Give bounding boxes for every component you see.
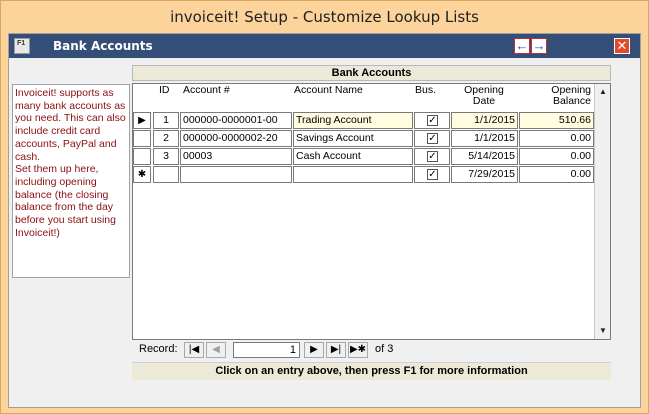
accounts-grid[interactable]: ID Account # Account Name Bus. Opening D… (132, 83, 611, 340)
scroll-down-icon[interactable]: ▼ (595, 323, 611, 339)
cell-bus[interactable]: ✓ (414, 112, 450, 129)
row-selector[interactable]: ▶ (133, 112, 151, 129)
bus-checkbox[interactable]: ✓ (427, 133, 438, 144)
close-icon[interactable]: ✕ (614, 38, 630, 54)
cell-opening-date[interactable]: 1/1/2015 (451, 130, 518, 147)
scroll-up-icon[interactable]: ▲ (595, 84, 611, 100)
app-window: invoiceit! Setup - Customize Lookup List… (0, 0, 649, 414)
bus-checkbox[interactable]: ✓ (427, 169, 438, 180)
column-header-account-name[interactable]: Account Name (292, 84, 412, 110)
cell-opening-date[interactable]: 7/29/2015 (451, 166, 518, 183)
cell-account-name[interactable]: Savings Account (293, 130, 413, 147)
cell-opening-balance[interactable]: 510.66 (519, 112, 594, 129)
cell-id[interactable]: 2 (153, 130, 179, 147)
cell-account-name[interactable]: Cash Account (293, 148, 413, 165)
cell-opening-date[interactable]: 5/14/2015 (451, 148, 518, 165)
f1-help-icon[interactable]: F1 (14, 38, 30, 54)
new-record-selector[interactable]: ✱ (133, 166, 151, 183)
cell-opening-balance[interactable]: 0.00 (519, 130, 594, 147)
bus-checkbox[interactable]: ✓ (427, 151, 438, 162)
window-title: invoiceit! Setup - Customize Lookup List… (170, 8, 479, 26)
cell-bus[interactable]: ✓ (414, 166, 450, 183)
section-title: Bank Accounts (132, 65, 611, 81)
previous-record-button[interactable]: ◀ (206, 342, 226, 358)
cell-id[interactable] (153, 166, 179, 183)
cell-opening-balance[interactable]: 0.00 (519, 148, 594, 165)
bus-checkbox[interactable]: ✓ (427, 115, 438, 126)
new-record-button[interactable]: ▶✱ (348, 342, 368, 358)
cell-account-no[interactable]: 000000-0000002-20 (180, 130, 292, 147)
last-record-button[interactable]: ▶| (326, 342, 346, 358)
vertical-scrollbar[interactable]: ▲ ▼ (594, 84, 610, 339)
form-title: Bank Accounts (53, 39, 153, 53)
info-panel: Invoiceit! supports as many bank account… (12, 84, 130, 278)
cell-opening-balance[interactable]: 0.00 (519, 166, 594, 183)
column-header-id[interactable]: ID (157, 84, 179, 110)
column-header-opening-balance[interactable]: Opening Balance (519, 84, 593, 110)
record-navigator: Record: |◀ ◀ 1 ▶ ▶| ▶✱ of 3 (132, 341, 611, 359)
form-client-area: F1 Bank Accounts ← → ✕ Invoiceit! suppor… (8, 33, 641, 408)
arrow-left-icon[interactable]: ← (514, 38, 530, 54)
column-header-account-no[interactable]: Account # (181, 84, 291, 110)
cell-account-no[interactable] (180, 166, 292, 183)
cell-account-no[interactable]: 000000-0000001-00 (180, 112, 292, 129)
row-selector[interactable] (133, 148, 151, 165)
cell-id[interactable]: 3 (153, 148, 179, 165)
cell-bus[interactable]: ✓ (414, 148, 450, 165)
form-header: F1 Bank Accounts ← → ✕ (9, 34, 640, 58)
cell-opening-date[interactable]: 1/1/2015 (451, 112, 518, 129)
next-record-button[interactable]: ▶ (304, 342, 324, 358)
cell-bus[interactable]: ✓ (414, 130, 450, 147)
cell-account-name[interactable] (293, 166, 413, 183)
first-record-button[interactable]: |◀ (184, 342, 204, 358)
arrow-right-icon[interactable]: → (531, 38, 547, 54)
status-hint: Click on an entry above, then press F1 f… (132, 362, 611, 380)
record-label: Record: (139, 343, 178, 355)
record-count: of 3 (375, 343, 394, 355)
cell-id[interactable]: 1 (153, 112, 179, 129)
current-record-input[interactable]: 1 (233, 342, 300, 358)
column-header-opening-date[interactable]: Opening Date (451, 84, 517, 110)
row-selector[interactable] (133, 130, 151, 147)
cell-account-name[interactable]: Trading Account (293, 112, 413, 129)
cell-account-no[interactable]: 00003 (180, 148, 292, 165)
column-header-bus[interactable]: Bus. (413, 84, 449, 110)
title-bar[interactable]: invoiceit! Setup - Customize Lookup List… (1, 1, 648, 33)
